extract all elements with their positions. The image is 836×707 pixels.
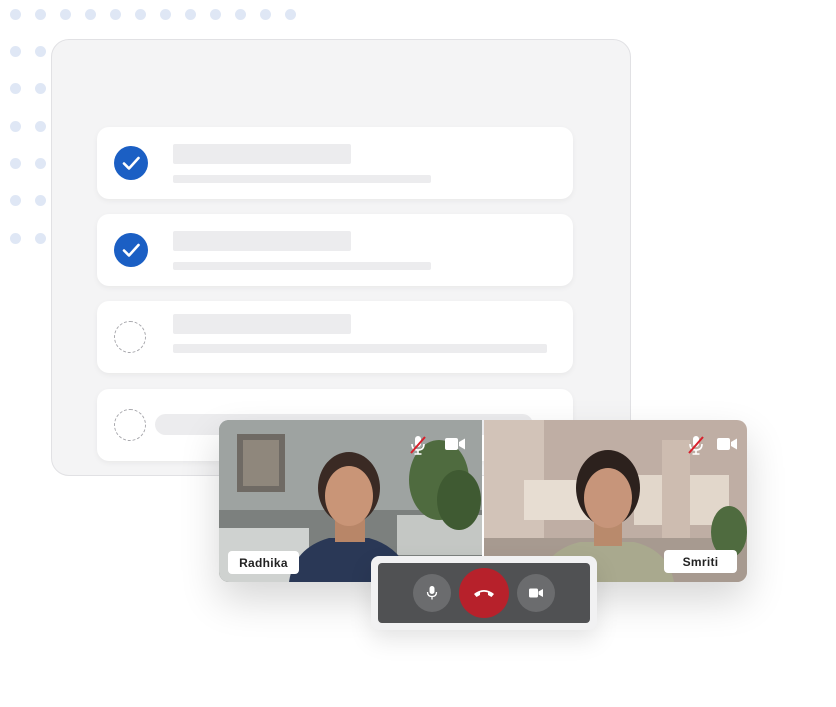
- check-icon[interactable]: [114, 233, 148, 267]
- video-camera-icon: [529, 588, 543, 598]
- dot: [185, 9, 196, 20]
- call-control-bar: [378, 563, 590, 623]
- dot: [10, 83, 21, 94]
- mic-muted-icon[interactable]: [408, 434, 428, 461]
- video-camera-icon[interactable]: [717, 436, 737, 457]
- check-icon[interactable]: [114, 146, 148, 180]
- task-subtitle-placeholder: [173, 262, 431, 270]
- dot: [85, 9, 96, 20]
- task-title-placeholder: [173, 144, 351, 164]
- dot: [235, 9, 246, 20]
- dot: [110, 9, 121, 20]
- dot: [210, 9, 221, 20]
- dot: [10, 195, 21, 206]
- dot: [35, 9, 46, 20]
- dot: [10, 233, 21, 244]
- microphone-button[interactable]: [413, 574, 451, 612]
- task-title-placeholder: [173, 231, 351, 251]
- task-card[interactable]: [97, 127, 573, 199]
- task-title-placeholder: [173, 314, 351, 334]
- dot: [35, 158, 46, 169]
- dot: [285, 9, 296, 20]
- video-camera-icon[interactable]: [445, 436, 465, 457]
- phone-hangup-icon: [474, 590, 494, 597]
- dot: [35, 233, 46, 244]
- participant-name-tag: Smriti: [664, 550, 737, 573]
- dot: [10, 46, 21, 57]
- end-call-button[interactable]: [459, 568, 509, 618]
- dot: [10, 9, 21, 20]
- dot: [135, 9, 146, 20]
- dot: [35, 121, 46, 132]
- dot: [35, 195, 46, 206]
- call-controls: [371, 556, 597, 630]
- dot: [60, 9, 71, 20]
- dot: [35, 83, 46, 94]
- task-card[interactable]: [97, 301, 573, 373]
- microphone-icon: [426, 586, 438, 600]
- dot: [260, 9, 271, 20]
- empty-checkbox-icon[interactable]: [114, 409, 146, 441]
- camera-button[interactable]: [517, 574, 555, 612]
- empty-checkbox-icon[interactable]: [114, 321, 146, 353]
- task-subtitle-placeholder: [173, 344, 547, 353]
- dot: [35, 46, 46, 57]
- task-subtitle-placeholder: [173, 175, 431, 183]
- dot: [10, 121, 21, 132]
- task-card[interactable]: [97, 214, 573, 286]
- mic-muted-icon[interactable]: [686, 434, 706, 461]
- dot: [160, 9, 171, 20]
- participant-name-tag: Radhika: [228, 551, 299, 574]
- dot: [10, 158, 21, 169]
